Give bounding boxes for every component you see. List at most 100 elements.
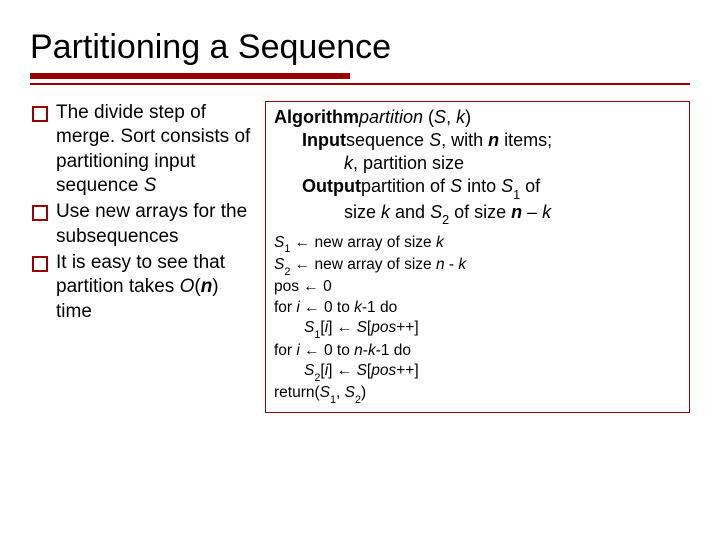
c7e: S <box>357 362 367 379</box>
in1a: sequence <box>346 130 429 150</box>
out2e: of size <box>449 202 511 222</box>
out2a: size <box>344 202 381 222</box>
out1b: S <box>450 176 462 196</box>
c4b: i <box>292 299 304 316</box>
output-line: Outputpartition of S into S1 of size k a… <box>302 175 681 226</box>
c8sub1: 1 <box>330 394 336 406</box>
c5e: S <box>357 319 367 336</box>
c4c: ← <box>304 299 320 316</box>
c4e: k <box>350 299 362 316</box>
algo-name: partition <box>359 107 428 127</box>
algorithm-box: Algorithmpartition (S, k) Inputsequence … <box>265 101 690 413</box>
algo-kw: Algorithm <box>274 107 359 127</box>
code-l7: S2[i] ← S[pos++] <box>274 361 681 383</box>
c3: pos ← 0 <box>274 278 332 295</box>
c6i: do <box>394 342 411 359</box>
out1c: into <box>462 176 501 196</box>
c5a: S <box>304 319 314 336</box>
code-l2: S2 ← new array of size n - k <box>274 255 681 277</box>
input-label: Input <box>302 130 346 150</box>
code-l8: return(S1, S2) <box>274 383 681 405</box>
code-l4: for i ← 0 to k-1 do <box>274 298 681 318</box>
c6a: for <box>274 342 292 359</box>
c6h: -1 <box>376 342 394 359</box>
c7a: S <box>304 362 314 379</box>
c6g: k <box>368 342 376 359</box>
out2g: – <box>522 202 542 222</box>
bullet-column: The divide step of merge. Sort consists … <box>30 101 255 413</box>
c4d: 0 to <box>320 299 350 316</box>
c6d: 0 to <box>320 342 350 359</box>
code-l6: for i ← 0 to n-k-1 do <box>274 341 681 361</box>
title-rule <box>30 73 690 93</box>
c2e: k <box>458 256 466 273</box>
out1d: S <box>501 176 513 196</box>
in1c: , with <box>441 130 488 150</box>
c8e: ) <box>361 384 366 401</box>
c2d: - <box>445 256 459 273</box>
bullet-2: Use new arrays for the subsequences <box>30 200 255 249</box>
c1c: k <box>436 234 444 251</box>
bullet-list: The divide step of merge. Sort consists … <box>30 101 255 324</box>
c5sub: 1 <box>314 329 320 341</box>
bullet-3-O: O <box>180 276 195 297</box>
out1-sub1: 1 <box>513 188 520 202</box>
output-label: Output <box>302 176 361 196</box>
c5g: pos <box>371 319 396 336</box>
c7g: pos <box>371 362 396 379</box>
in1b: S <box>429 130 441 150</box>
c1s: S <box>274 234 284 251</box>
c7d: ] ← <box>328 362 356 379</box>
bullet-3-n: n <box>201 276 213 297</box>
out1a: partition of <box>361 176 450 196</box>
algo-p2: ) <box>465 107 471 127</box>
c2s: S <box>274 256 284 273</box>
bullet-1: The divide step of merge. Sort consists … <box>30 101 255 198</box>
out2c: and <box>390 202 430 222</box>
out2h: k <box>542 202 551 222</box>
c8d: S <box>345 384 355 401</box>
out2d: S <box>430 202 442 222</box>
c8c: , <box>336 384 345 401</box>
code-l3: pos ← 0 <box>274 277 681 297</box>
out2-sub2: 2 <box>442 213 449 227</box>
c4a: for <box>274 299 292 316</box>
in2b: , partition size <box>353 153 464 173</box>
c2c: n <box>436 256 445 273</box>
c6c: ← <box>304 342 320 359</box>
c7sub: 2 <box>314 372 320 384</box>
output-line2: size k and S2 of size n – k <box>302 201 681 227</box>
in1d: n <box>488 130 499 150</box>
c7h: ++] <box>396 362 418 379</box>
c8a: return( <box>274 384 320 401</box>
c4g: do <box>380 299 397 316</box>
bullet-2-text: Use new arrays for the subsequences <box>56 201 247 246</box>
c2sub: 2 <box>284 266 290 278</box>
input-line2: k, partition size <box>302 152 681 175</box>
slide: Partitioning a Sequence The divide step … <box>0 0 720 433</box>
c8b: S <box>320 384 330 401</box>
code-l1: S1 ← new array of size k <box>274 233 681 255</box>
rule-thick <box>30 73 350 79</box>
c8sub2: 2 <box>355 394 361 406</box>
slide-title: Partitioning a Sequence <box>30 28 690 67</box>
algo-S: S <box>434 107 446 127</box>
c4f: -1 <box>362 299 380 316</box>
input-line: Inputsequence S, with n items; k, partit… <box>302 129 681 175</box>
c5h: ++] <box>396 319 418 336</box>
in1e: items; <box>499 130 552 150</box>
c2b: ← new array of size <box>290 256 436 273</box>
c5d: ] ← <box>328 319 356 336</box>
bullet-3: It is easy to see that partition takes O… <box>30 251 255 324</box>
io-block: Inputsequence S, with n items; k, partit… <box>274 129 681 226</box>
out2b: k <box>381 202 390 222</box>
algo-header: Algorithmpartition (S, k) <box>274 106 681 129</box>
c6b: i <box>292 342 304 359</box>
bullet-1-s: S <box>144 175 157 196</box>
algo-k: k <box>456 107 465 127</box>
algo-comma: , <box>446 107 456 127</box>
out1e: of <box>520 176 540 196</box>
c6e: n <box>350 342 363 359</box>
code-l5: S1[i] ← S[pos++] <box>274 318 681 340</box>
pseudocode: S1 ← new array of size k S2 ← new array … <box>274 233 681 406</box>
